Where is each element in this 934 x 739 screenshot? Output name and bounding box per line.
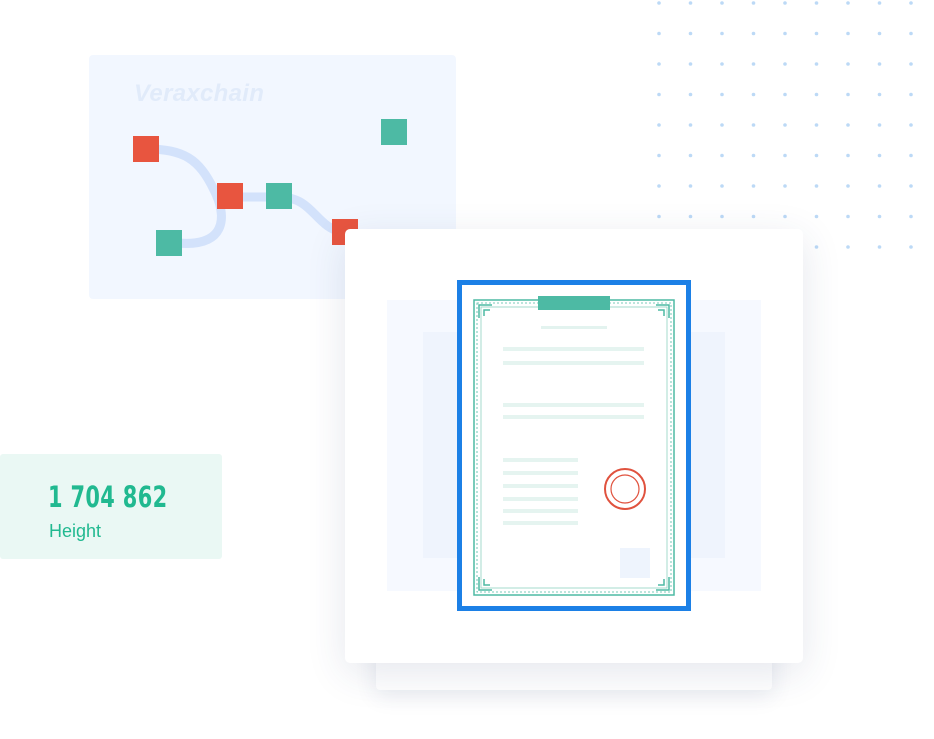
grid-dot	[720, 214, 724, 219]
grid-dot	[877, 1, 882, 5]
grid-dot	[720, 184, 724, 188]
grid-dot	[877, 214, 882, 219]
grid-dot	[814, 62, 819, 66]
block-height-value: 1 704 862	[48, 480, 168, 514]
grid-dot	[688, 153, 693, 158]
grid-dot	[909, 92, 913, 97]
grid-dot	[751, 92, 756, 97]
grid-dot	[783, 184, 787, 188]
grid-dot	[846, 214, 850, 219]
grid-dot	[657, 123, 661, 127]
dot-grid-decoration	[657, 1, 913, 249]
grid-dot	[751, 184, 756, 188]
grid-dot	[846, 62, 850, 66]
grid-dot	[657, 1, 661, 5]
grid-dot	[909, 1, 913, 5]
grid-dot	[751, 153, 756, 158]
grid-dot	[657, 62, 661, 66]
chain-node-teal	[266, 183, 292, 209]
grid-dot	[720, 153, 724, 158]
grid-dot	[814, 245, 819, 249]
grid-dot	[814, 1, 819, 5]
grid-dot	[688, 123, 693, 127]
grid-dot	[846, 31, 850, 36]
grid-dot	[751, 1, 756, 5]
grid-dot	[846, 123, 850, 127]
grid-dot	[877, 245, 882, 249]
grid-dot	[688, 92, 693, 97]
grid-dot	[814, 214, 819, 219]
grid-dot	[846, 245, 850, 249]
grid-dot	[783, 214, 787, 219]
grid-dot	[657, 153, 661, 158]
grid-dot	[846, 92, 850, 97]
chain-node-teal	[156, 230, 182, 256]
grid-dot	[783, 153, 787, 158]
grid-dot	[909, 31, 913, 36]
grid-dot	[720, 1, 724, 5]
grid-dot	[688, 184, 693, 188]
grid-dot	[783, 31, 787, 36]
block-height-label: Height	[49, 521, 102, 541]
grid-dot	[720, 31, 724, 36]
grid-dot	[751, 62, 756, 66]
grid-dot	[657, 214, 661, 219]
grid-dot	[783, 1, 787, 5]
grid-dot	[877, 123, 882, 127]
grid-dot	[814, 184, 819, 188]
grid-dot	[783, 62, 787, 66]
grid-dot	[814, 31, 819, 36]
grid-dot	[877, 31, 882, 36]
document-frame	[457, 280, 691, 611]
chain-node-red	[133, 136, 159, 162]
grid-dot	[909, 214, 913, 219]
grid-dot	[783, 92, 787, 97]
grid-dot	[720, 123, 724, 127]
chain-connector	[141, 144, 226, 248]
grid-dot	[751, 31, 756, 36]
grid-dot	[877, 184, 882, 188]
grid-dot	[751, 123, 756, 127]
grid-dot	[877, 62, 882, 66]
grid-dot	[846, 153, 850, 158]
brand-watermark: Veraxchain	[134, 80, 265, 107]
grid-dot	[846, 1, 850, 5]
grid-dot	[814, 153, 819, 158]
grid-dot	[877, 153, 882, 158]
chain-node-red	[217, 183, 243, 209]
grid-dot	[814, 123, 819, 127]
grid-dot	[657, 31, 661, 36]
grid-dot	[720, 62, 724, 66]
grid-dot	[751, 214, 756, 219]
qr-icon	[620, 548, 650, 578]
document-icon	[457, 280, 691, 611]
grid-dot	[720, 92, 724, 97]
grid-dot	[657, 184, 661, 188]
grid-dot	[814, 92, 819, 97]
grid-dot	[688, 31, 693, 36]
grid-dot	[846, 184, 850, 188]
grid-dot	[877, 92, 882, 97]
grid-dot	[909, 123, 913, 127]
grid-dot	[688, 214, 693, 219]
grid-dot	[688, 62, 693, 66]
grid-dot	[909, 62, 913, 66]
grid-dot	[909, 153, 913, 158]
grid-dot	[688, 1, 693, 5]
chain-node-teal	[381, 119, 407, 145]
grid-dot	[909, 245, 913, 249]
grid-dot	[783, 123, 787, 127]
grid-dot	[657, 92, 661, 97]
grid-dot	[909, 184, 913, 188]
